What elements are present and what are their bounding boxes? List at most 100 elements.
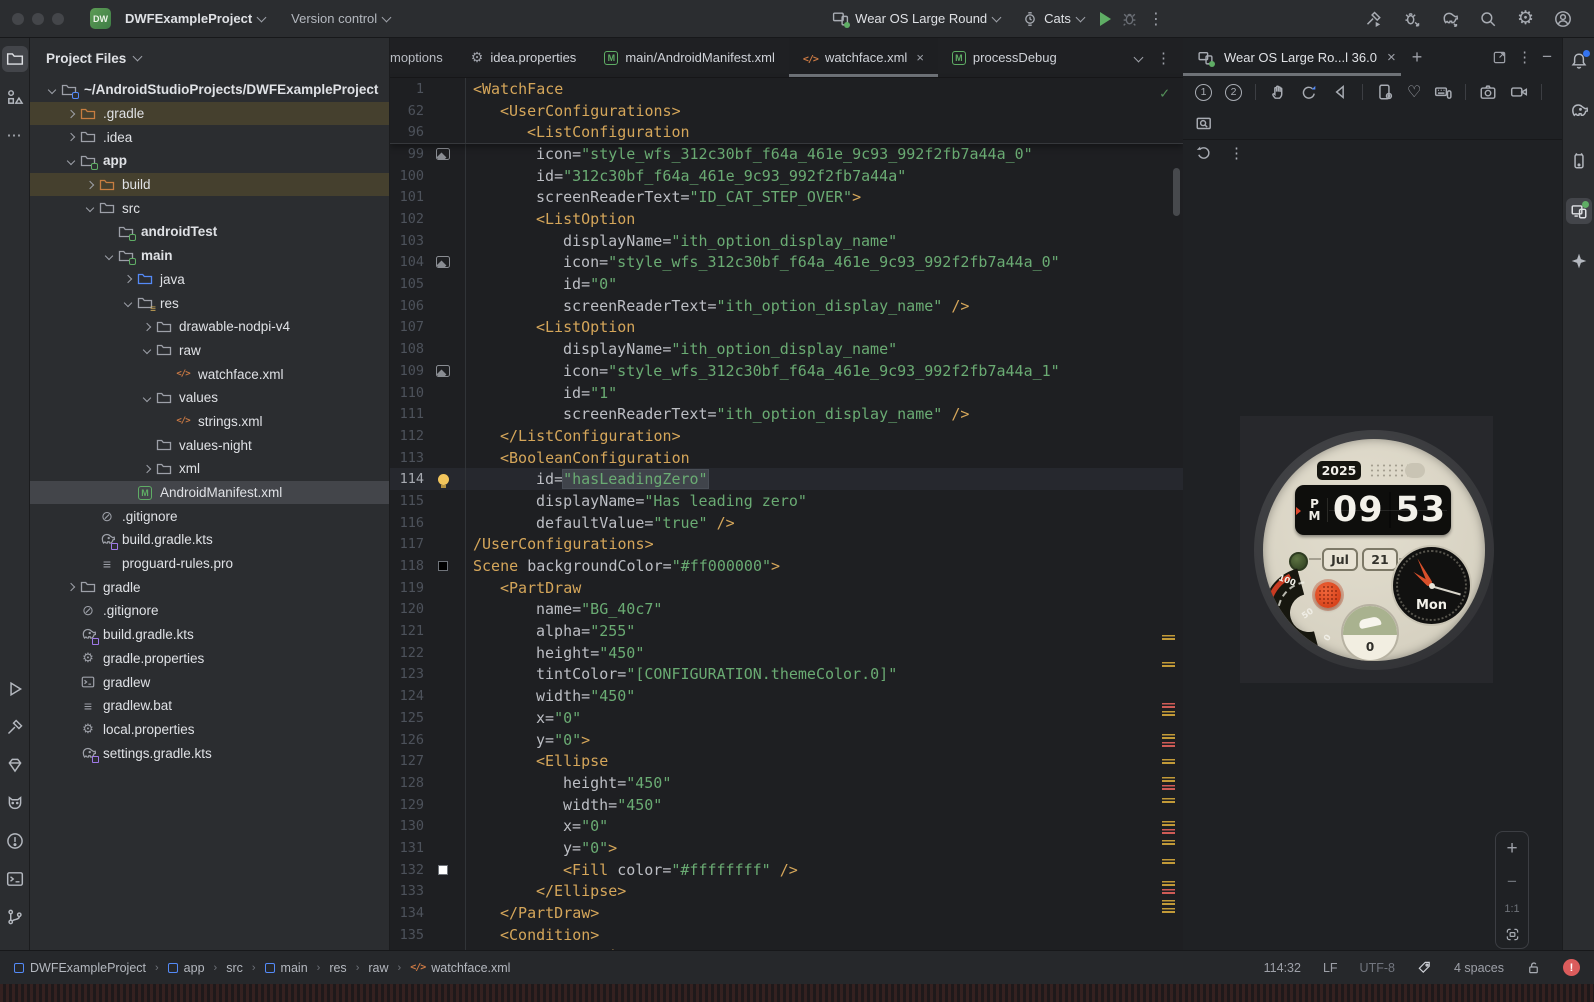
error-stripe-mark[interactable] <box>1162 908 1175 913</box>
tree-row[interactable]: gradle <box>30 575 389 599</box>
error-indicator[interactable]: ! <box>1563 959 1580 976</box>
tool-window-button-gemini[interactable] <box>1566 248 1592 274</box>
file-encoding[interactable]: UTF-8 <box>1360 961 1395 975</box>
device-tab-title[interactable]: Wear OS Large Ro...l 36.0 <box>1224 50 1377 65</box>
tool-window-button-device-manager[interactable] <box>1566 148 1592 174</box>
breadcrumb-item[interactable]: </> watchface.xml <box>410 961 510 975</box>
error-stripe-mark[interactable] <box>1162 889 1175 894</box>
hardware-button-2[interactable]: 2 <box>1225 83 1242 101</box>
error-stripe-mark[interactable] <box>1162 635 1175 640</box>
tree-row[interactable]: ⚙ gradle.properties <box>30 647 389 671</box>
error-stripe-mark[interactable] <box>1162 859 1175 864</box>
breadcrumb-item[interactable]: raw <box>368 961 388 975</box>
tree-row[interactable]: gradlew <box>30 670 389 694</box>
run-button[interactable] <box>1099 11 1111 26</box>
record-icon[interactable] <box>1510 83 1528 101</box>
intention-bulb-icon[interactable] <box>437 473 449 488</box>
close-window-icon[interactable] <box>12 12 24 25</box>
image-preview-icon[interactable] <box>436 256 450 269</box>
open-in-window-icon[interactable] <box>1492 50 1507 65</box>
kebab-icon[interactable]: ⋮ <box>1229 144 1244 162</box>
zoom-out-button[interactable]: − <box>1507 872 1517 892</box>
hardware-button-1[interactable]: 1 <box>1195 83 1212 101</box>
tag-icon[interactable] <box>1417 960 1432 975</box>
restart-icon[interactable] <box>1195 144 1213 162</box>
attach-debugger-icon[interactable] <box>1403 10 1421 28</box>
rotate-icon[interactable] <box>1300 83 1318 101</box>
device-selector[interactable]: Wear OS Large Round <box>826 6 1006 31</box>
error-stripe-mark[interactable] <box>1162 734 1175 739</box>
chevron-down-icon[interactable] <box>104 251 114 260</box>
chevron-down-icon[interactable] <box>47 85 57 95</box>
chevron-down-icon[interactable] <box>123 298 133 308</box>
indent-setting[interactable]: 4 spaces <box>1454 961 1504 975</box>
tree-row[interactable]: values <box>30 386 389 410</box>
tool-window-button-logcat[interactable] <box>2 790 28 816</box>
tree-row[interactable]: .gradle <box>30 101 389 126</box>
editor-scrollbar[interactable] <box>1173 168 1180 216</box>
zoom-reset-button[interactable]: 1:1 <box>1504 903 1519 915</box>
tree-row[interactable]: </> watchface.xml <box>30 362 389 386</box>
tree-row[interactable]: values-night <box>30 433 389 457</box>
error-stripe-mark[interactable] <box>1162 829 1175 834</box>
run-configuration-selector[interactable]: Cats <box>1016 7 1090 31</box>
editor-tab[interactable]: Mmain/AndroidManifest.xml <box>590 38 789 77</box>
chevron-right-icon[interactable] <box>142 322 152 331</box>
error-stripe-mark[interactable] <box>1162 821 1175 826</box>
close-tab-icon[interactable]: × <box>916 50 924 65</box>
error-stripe-mark[interactable] <box>1162 798 1175 803</box>
error-stripe-mark[interactable] <box>1162 759 1175 764</box>
tool-window-button-build[interactable] <box>2 714 28 740</box>
breadcrumb-item[interactable]: main <box>264 961 308 975</box>
chevron-right-icon[interactable] <box>66 109 76 118</box>
tree-row[interactable]: drawable-nodpi-v4 <box>30 315 389 339</box>
device-display[interactable]: 2025 P M 09 53 Jul 21 Mon 100 50 0 0 <box>1240 416 1494 683</box>
tree-row[interactable]: main <box>30 244 389 268</box>
editor-tab[interactable]: </> watchface.xml × <box>788 38 938 77</box>
tree-row[interactable]: app <box>30 149 389 173</box>
search-icon[interactable] <box>1479 10 1497 28</box>
hide-panel-icon[interactable]: − <box>1542 47 1552 67</box>
tree-row[interactable]: </> strings.xml <box>30 410 389 434</box>
line-ending[interactable]: LF <box>1323 961 1338 975</box>
tree-row[interactable]: settings.gradle.kts <box>30 741 389 765</box>
tree-row[interactable]: M AndroidManifest.xml <box>30 480 389 505</box>
project-menu[interactable]: DWFExampleProject <box>119 7 271 30</box>
breadcrumb-item[interactable]: DWFExampleProject <box>14 961 146 975</box>
tree-row[interactable]: build <box>30 172 389 197</box>
error-stripe-mark[interactable] <box>1162 785 1175 790</box>
tree-row[interactable]: ⚙ local.properties <box>30 718 389 742</box>
chevron-down-icon[interactable] <box>85 204 95 213</box>
editor-tab[interactable]: MprocessDebug <box>938 38 1071 77</box>
chevron-right-icon[interactable] <box>66 132 76 142</box>
error-stripe-mark[interactable] <box>1162 703 1175 708</box>
gradle-sync-icon[interactable] <box>1441 10 1459 28</box>
zoom-fit-icon[interactable] <box>1505 927 1520 942</box>
tree-row[interactable]: ⊘ .gitignore <box>30 504 389 528</box>
editor-tab[interactable]: ⚙ idea.properties <box>457 38 591 77</box>
tree-row[interactable]: raw <box>30 339 389 363</box>
error-stripe-mark[interactable] <box>1162 662 1175 667</box>
project-view-selector[interactable]: Project Files <box>30 38 389 78</box>
zoom-in-button[interactable]: + <box>1506 838 1517 860</box>
error-stripe-mark[interactable] <box>1162 777 1175 782</box>
tree-row[interactable]: build.gradle.kts <box>30 623 389 647</box>
tool-window-button-running-devices[interactable] <box>1565 198 1592 224</box>
minimize-window-icon[interactable] <box>32 12 44 25</box>
tree-row[interactable]: ≡ res <box>30 291 389 315</box>
error-stripe-mark[interactable] <box>1162 742 1175 747</box>
code-editor[interactable]: 1 <WatchFace 62 <UserConfigurations> 96 <List… <box>390 78 1183 950</box>
unlock-icon[interactable] <box>1526 960 1541 975</box>
tool-window-button-run[interactable] <box>2 676 28 702</box>
chevron-right-icon[interactable] <box>85 180 95 189</box>
inspections-ok-icon[interactable]: ✓ <box>1160 84 1169 102</box>
tree-row[interactable]: ≡ gradlew.bat <box>30 694 389 718</box>
maximize-window-icon[interactable] <box>52 12 64 25</box>
screenshot-icon[interactable] <box>1479 83 1497 101</box>
tool-window-button-problems[interactable] <box>2 828 28 854</box>
chevron-right-icon[interactable] <box>66 583 76 592</box>
chevron-right-icon[interactable] <box>142 464 152 474</box>
error-stripe-mark[interactable] <box>1162 900 1175 905</box>
breadcrumb-item[interactable]: src <box>226 961 243 975</box>
caret-position[interactable]: 114:32 <box>1264 961 1301 975</box>
